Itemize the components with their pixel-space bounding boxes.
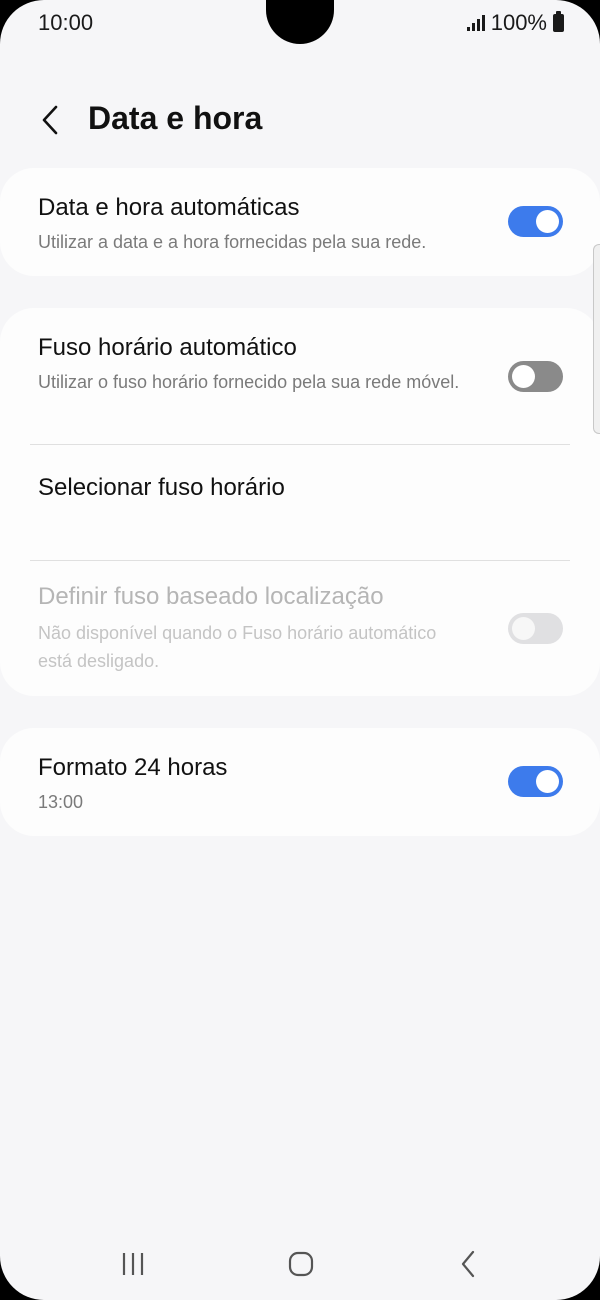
card-24h-format: Formato 24 horas 13:00: [0, 728, 600, 836]
nav-back-button[interactable]: [449, 1244, 489, 1284]
status-time: 10:00: [38, 10, 94, 35]
setting-location-timezone: Definir fuso baseado localização Não dis…: [0, 561, 600, 696]
chevron-left-icon: [42, 105, 58, 135]
battery-icon: [553, 11, 564, 32]
setting-title: Formato 24 horas: [38, 754, 228, 781]
setting-subtitle: 13:00: [38, 792, 84, 812]
status-bar: 10:00 100%: [0, 0, 600, 48]
phone-screen: 10:00 100% Data e hora Data e hora autom…: [0, 0, 600, 1300]
setting-title: Definir fuso baseado localização: [38, 583, 384, 610]
auto-timezone-toggle[interactable]: [508, 361, 563, 392]
setting-24h-format[interactable]: Formato 24 horas 13:00: [0, 728, 600, 836]
recents-button[interactable]: [113, 1244, 153, 1284]
signal-icon: [466, 15, 485, 31]
back-button[interactable]: [28, 98, 72, 142]
setting-select-timezone[interactable]: Selecionar fuso horário: [0, 445, 600, 561]
setting-auto-datetime[interactable]: Data e hora automáticas Utilizar a data …: [0, 168, 600, 276]
home-icon: [288, 1251, 314, 1277]
toggle-knob: [512, 365, 535, 388]
setting-title: Selecionar fuso horário: [38, 474, 285, 501]
setting-title: Data e hora automáticas: [38, 194, 300, 221]
setting-auto-timezone[interactable]: Fuso horário automático Utilizar o fuso …: [0, 308, 600, 444]
setting-subtitle: Não disponível quando o Fuso horário aut…: [38, 623, 437, 671]
setting-subtitle: Utilizar a data e a hora fornecidas pela…: [38, 232, 427, 252]
format-24h-toggle[interactable]: [508, 766, 563, 797]
auto-datetime-toggle[interactable]: [508, 206, 563, 237]
setting-title: Fuso horário automático: [38, 334, 297, 361]
recents-icon: [122, 1253, 144, 1275]
setting-subtitle: Utilizar o fuso horário fornecido pela s…: [38, 372, 460, 392]
scroll-indicator[interactable]: [593, 244, 600, 434]
back-icon: [461, 1250, 475, 1278]
toggle-knob: [512, 617, 535, 640]
card-auto-datetime: Data e hora automáticas Utilizar a data …: [0, 168, 600, 276]
location-timezone-toggle: [508, 613, 563, 644]
home-button[interactable]: [281, 1244, 321, 1284]
toggle-knob: [536, 210, 559, 233]
toggle-knob: [536, 770, 559, 793]
camera-notch: [266, 0, 334, 44]
card-timezone: Fuso horário automático Utilizar o fuso …: [0, 308, 600, 696]
battery-percent: 100%: [490, 10, 547, 35]
nav-bar: [0, 1236, 600, 1292]
status-icons: 100%: [466, 10, 564, 36]
app-header: Data e hora: [0, 90, 600, 150]
page-title: Data e hora: [88, 100, 263, 136]
